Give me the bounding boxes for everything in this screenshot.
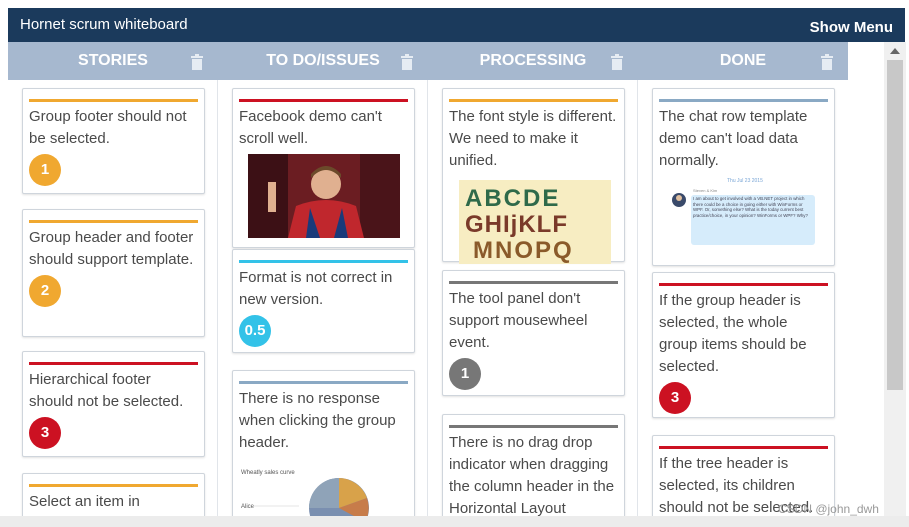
card-priority-bar	[239, 260, 408, 263]
card[interactable]: Facebook demo can't scroll well.	[232, 88, 415, 248]
column-header-done[interactable]: DONE	[638, 42, 848, 80]
scroll-up-arrow-icon[interactable]	[890, 48, 900, 54]
trash-icon[interactable]	[400, 54, 414, 70]
card-badge: 2	[29, 275, 61, 307]
card-priority-bar	[29, 99, 198, 102]
card-priority-bar	[239, 99, 408, 102]
chat-sender: Steven & Kim	[693, 188, 718, 193]
column-done: The chat row template demo can't load da…	[638, 80, 848, 516]
card-badge: 3	[659, 382, 691, 414]
card-text: Select an item in	[29, 493, 140, 510]
card[interactable]: Group footer should not be selected. 1	[22, 88, 205, 194]
card-badge: 0.5	[239, 315, 271, 347]
card[interactable]: The chat row template demo can't load da…	[652, 88, 835, 266]
card-text: There is no response when clicking the g…	[239, 390, 396, 451]
card-priority-bar	[29, 484, 198, 487]
card-priority-bar	[449, 281, 618, 284]
card[interactable]: Format is not correct in new version. 0.…	[232, 249, 415, 353]
column-todo: Facebook demo can't scroll well. Format …	[218, 80, 428, 516]
app-title: Hornet scrum whiteboard	[20, 16, 188, 33]
card[interactable]: Select an item in	[22, 473, 205, 516]
card-text: The font style is different. We need to …	[449, 108, 617, 169]
trash-icon[interactable]	[190, 54, 204, 70]
column-processing: The font style is different. We need to …	[428, 80, 638, 516]
show-menu-button[interactable]: Show Menu	[810, 19, 893, 36]
font-sample-line: ABCDE	[465, 185, 560, 212]
scrollbar-thumb[interactable]	[887, 60, 903, 390]
card[interactable]: The font style is different. We need to …	[442, 88, 625, 264]
card-badge: 1	[449, 358, 481, 390]
card-priority-bar	[659, 446, 828, 449]
pie-title: Wheatly sales curve	[241, 470, 295, 476]
column-header-label: PROCESSING	[479, 52, 587, 69]
card-text: Hierarchical footer should not be select…	[29, 371, 184, 410]
trash-icon[interactable]	[820, 54, 834, 70]
card-priority-bar	[449, 99, 618, 102]
card-text: There is no drag drop indicator when dra…	[449, 434, 615, 516]
chat-message: I am about to get involved with a VB.NET…	[693, 196, 808, 218]
card-text: The tool panel don't support mousewheel …	[449, 290, 588, 351]
card-priority-bar	[659, 283, 828, 286]
column-header-label: STORIES	[78, 52, 148, 69]
card[interactable]: Group header and footer should support t…	[22, 209, 205, 337]
card[interactable]: The tool panel don't support mousewheel …	[442, 270, 625, 396]
column-header-processing[interactable]: PROCESSING	[428, 42, 638, 80]
card-text: Group header and footer should support t…	[29, 229, 194, 268]
app-window: Hornet scrum whiteboard Show Menu STORIE…	[0, 0, 909, 527]
card-priority-bar	[29, 220, 198, 223]
card-priority-bar	[239, 381, 408, 384]
pie-chart-image: Wheatly sales curve Alice	[241, 470, 369, 516]
card[interactable]: Hierarchical footer should not be select…	[22, 351, 205, 457]
chat-date: Thu Jul 23 2015	[727, 178, 763, 184]
column-header-label: DONE	[719, 52, 767, 69]
card-text: Format is not correct in new version.	[239, 269, 393, 308]
column-header-label: TO DO/ISSUES	[266, 52, 380, 69]
font-sample-line: GHIjKLF	[465, 211, 568, 238]
card-text: The chat row template demo can't load da…	[659, 108, 808, 169]
card-text: Facebook demo can't scroll well.	[239, 108, 382, 147]
card-text: Group footer should not be selected.	[29, 108, 187, 147]
card-text: If the group header is selected, the who…	[659, 292, 807, 375]
card[interactable]: There is no response when clicking the g…	[232, 370, 415, 516]
column-header-stories[interactable]: STORIES	[8, 42, 218, 80]
title-bar: Hornet scrum whiteboard Show Menu	[8, 8, 905, 42]
column-header-bar: STORIES TO DO/ISSUES PROCESSING DONE	[8, 42, 848, 80]
vertical-scrollbar[interactable]	[884, 42, 906, 516]
watermark: CSDN @john_dwh	[778, 502, 879, 516]
bottom-strip	[0, 516, 909, 527]
card-badge: 1	[29, 154, 61, 186]
pie-label: Alice	[241, 504, 255, 510]
card-priority-bar	[659, 99, 828, 102]
font-sample-line: MNOPQ	[473, 237, 574, 264]
board: Group footer should not be selected. 1 G…	[8, 80, 848, 516]
card[interactable]: There is no drag drop indicator when dra…	[442, 414, 625, 516]
chat-demo-image: Thu Jul 23 2015 Steven & Kim I am about …	[659, 174, 819, 250]
card-priority-bar	[449, 425, 618, 428]
font-sample-image: ABCDE GHIjKLF MNOPQ	[459, 180, 611, 264]
card-badge: 3	[29, 417, 61, 449]
trash-icon[interactable]	[610, 54, 624, 70]
card-priority-bar	[29, 362, 198, 365]
card-photo	[248, 154, 400, 238]
card[interactable]: If the group header is selected, the who…	[652, 272, 835, 418]
column-header-todo[interactable]: TO DO/ISSUES	[218, 42, 428, 80]
column-stories: Group footer should not be selected. 1 G…	[8, 80, 218, 516]
